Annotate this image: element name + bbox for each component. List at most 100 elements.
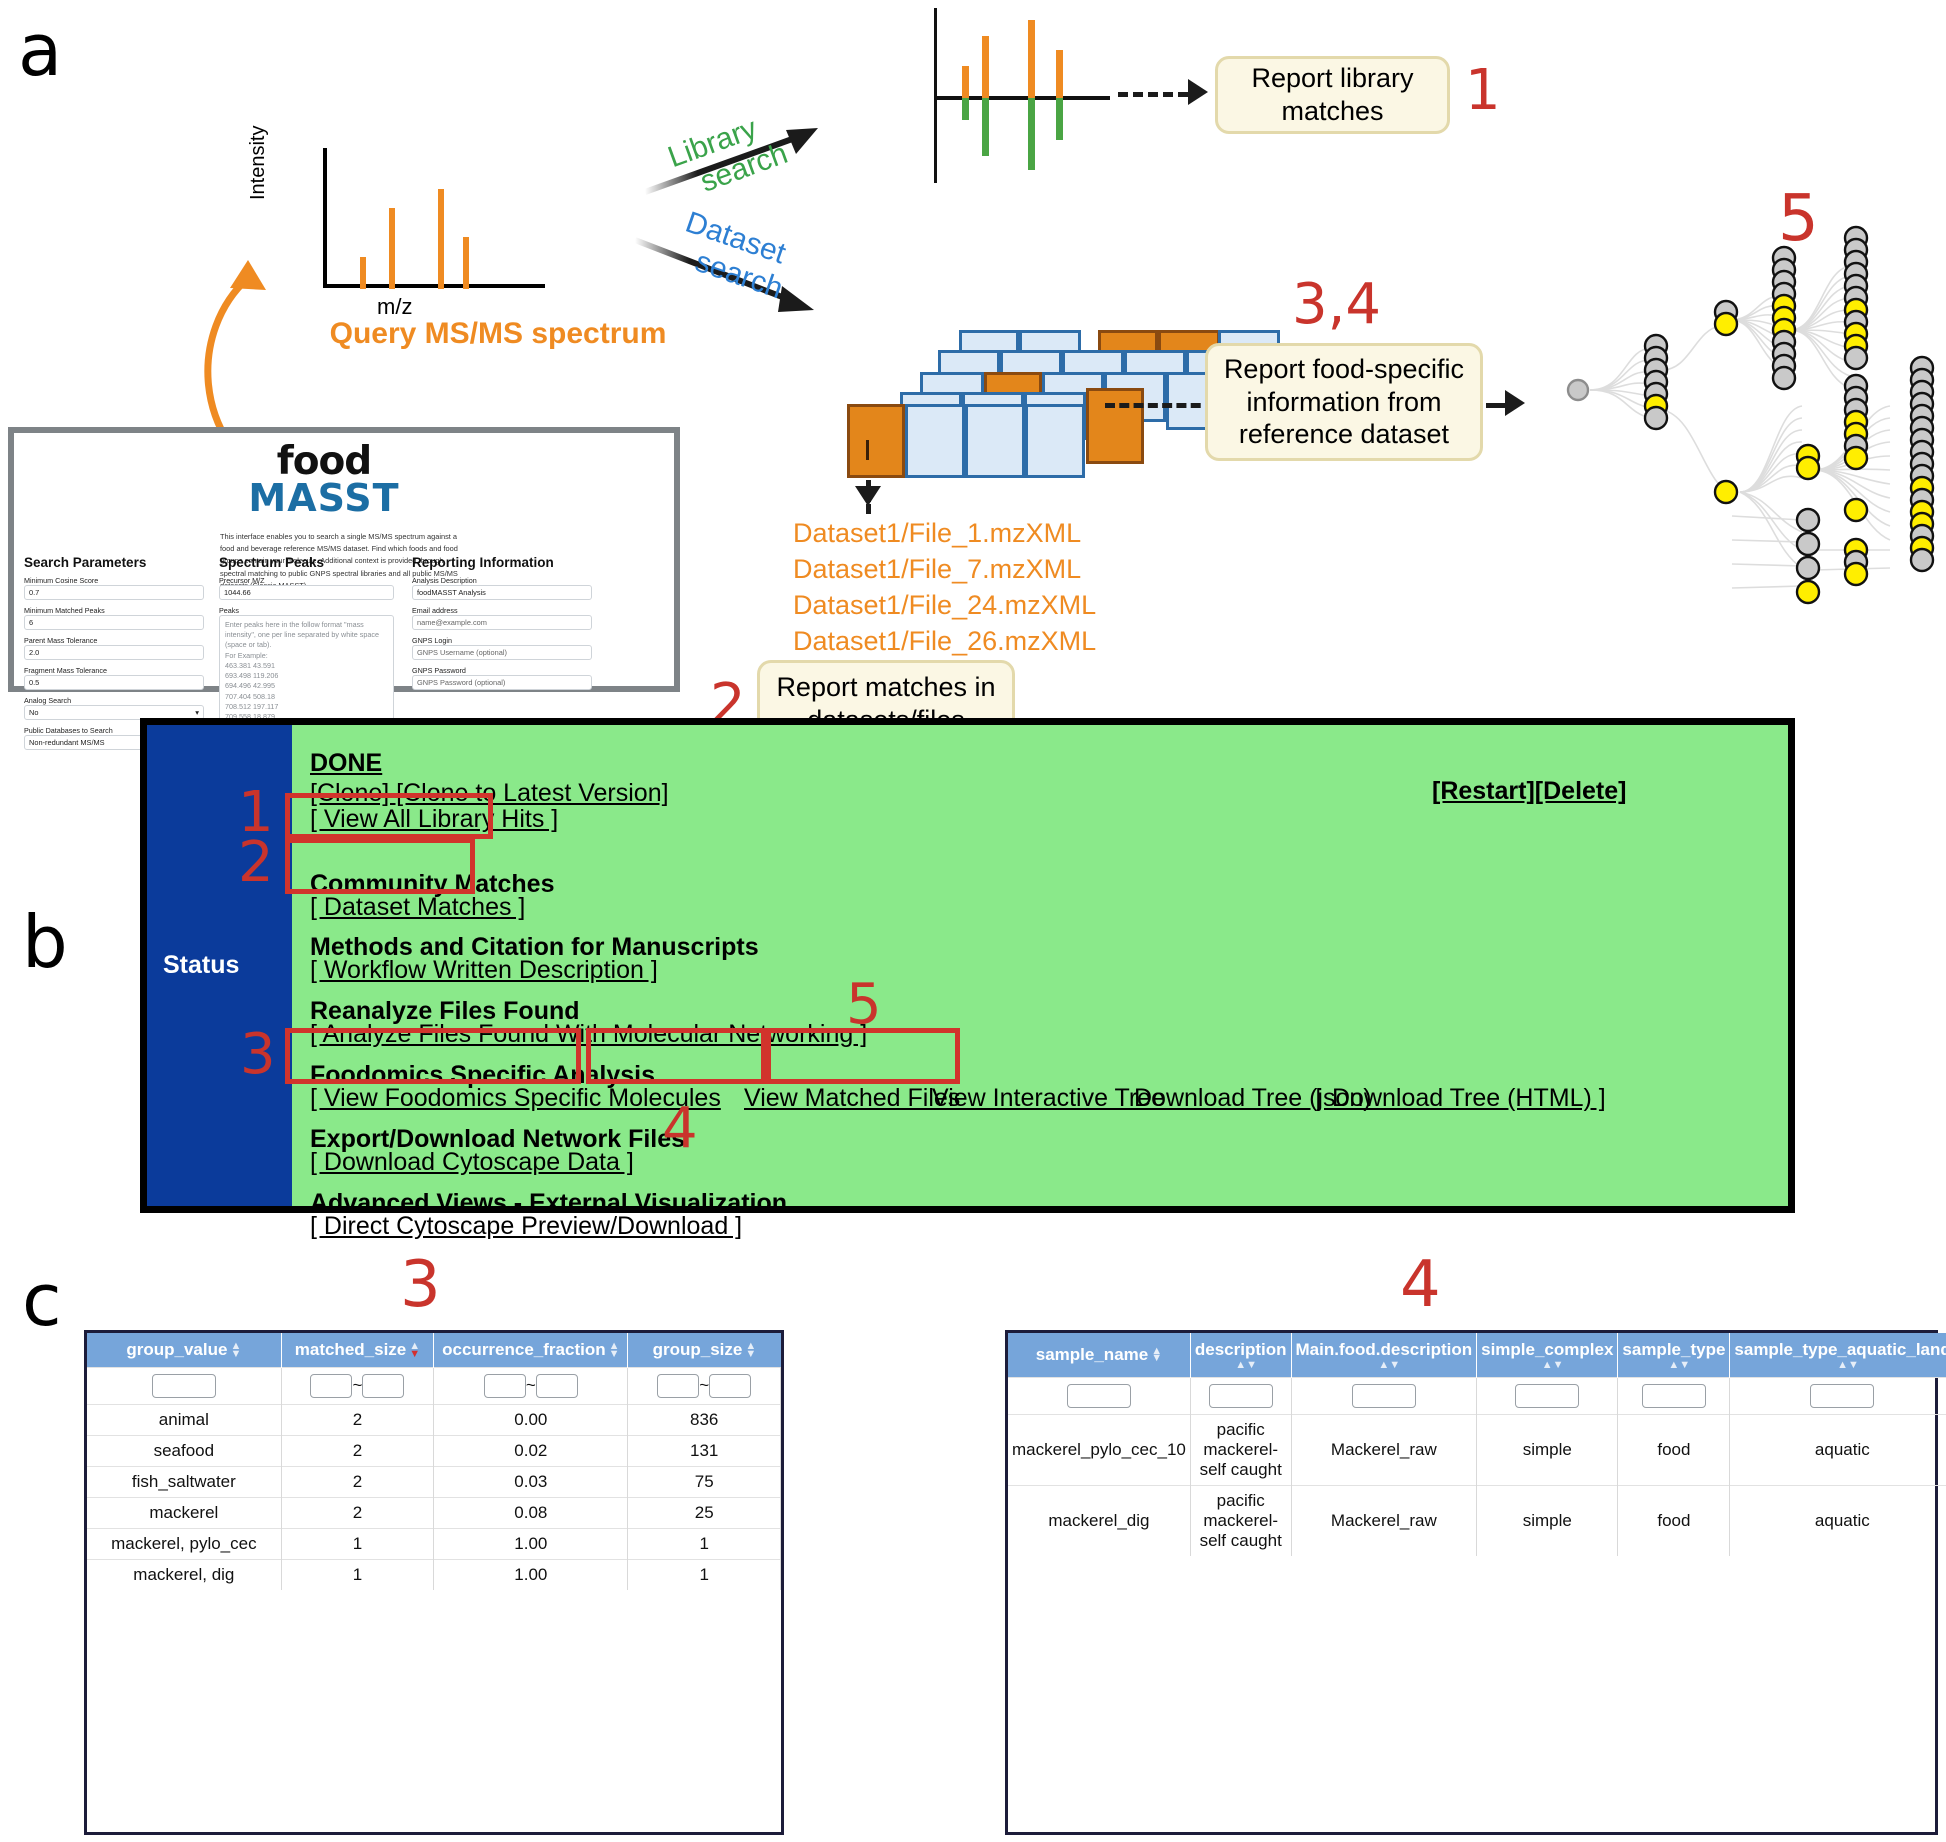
arrow-head-icon [1505, 390, 1525, 416]
sort-icon[interactable]: ▲▼ [1542, 1360, 1564, 1371]
spectrum-y-axis-label: Intensity [247, 125, 269, 200]
mirror-x-axis [934, 96, 1110, 100]
sort-icon[interactable]: ▲▼ [1151, 1345, 1162, 1364]
sort-icon[interactable]: ▲▼ [230, 1340, 241, 1359]
table-filter-row [1008, 1376, 1946, 1415]
peaks-label: Peaks [219, 606, 239, 615]
gnps-login-input[interactable]: GNPS Username (optional) [412, 645, 592, 660]
filter-cell [87, 1367, 282, 1405]
callout-number-4: 4 [662, 1096, 698, 1161]
table-row[interactable]: animal 2 0.00 836 [87, 1404, 781, 1436]
workflow-written-description-link[interactable]: [ Workflow Written Description ] [310, 956, 658, 985]
view-foodomics-molecules-link[interactable]: [ View Foodomics Specific Molecules [310, 1084, 721, 1113]
email-address-input[interactable]: name@example.com [412, 615, 592, 630]
view-interactive-tree-link[interactable]: View Interactive Tree [932, 1084, 1165, 1113]
spectrum-y-axis [323, 148, 327, 288]
analysis-description-input[interactable]: foodMASST Analysis [412, 585, 592, 600]
col-description[interactable]: description ▲▼ [1190, 1333, 1292, 1378]
sort-icon-active[interactable]: ▲ ▼ [409, 1340, 420, 1359]
card-marker [866, 440, 869, 460]
sort-icon[interactable]: ▲▼ [1235, 1360, 1257, 1371]
col-sample-type-aquatic-land[interactable]: sample_type_aquatic_land ▲▼ [1729, 1333, 1946, 1378]
gnps-password-input[interactable]: GNPS Password (optional) [412, 675, 592, 690]
download-cytoscape-data-link[interactable]: [ Download Cytoscape Data ] [310, 1148, 634, 1177]
filter-cell: ~ [627, 1367, 781, 1405]
col-group-size[interactable]: group_size ▲ ▼ [627, 1333, 781, 1368]
step-number-1: 1 [1465, 58, 1501, 123]
filter-input-max[interactable] [535, 1374, 578, 1398]
filter-cell [1729, 1376, 1946, 1415]
table-row[interactable]: seafood 2 0.02 131 [87, 1435, 781, 1467]
filter-input-max[interactable] [362, 1374, 405, 1398]
mirror-peak-up [982, 36, 989, 98]
mirror-peak-down [962, 98, 969, 120]
restart-delete-links[interactable]: [Restart][Delete] [1432, 777, 1626, 806]
col-main-food-description[interactable]: Main.food.description ▲▼ [1291, 1333, 1478, 1378]
tree-link-separator: | [1315, 1084, 1322, 1112]
col-matched-size[interactable]: matched_size ▲ ▼ [281, 1333, 435, 1368]
dashed-connector [1118, 92, 1188, 97]
direct-cytoscape-preview-link[interactable]: [ Direct Cytoscape Preview/Download ] [310, 1212, 742, 1241]
panel-label-c: c [22, 1258, 62, 1342]
filter-cell [1190, 1376, 1292, 1415]
col-simple-complex[interactable]: simple_complex ▲▼ [1476, 1333, 1619, 1378]
min-matched-peaks-input[interactable]: 6 [24, 615, 204, 630]
col-occurrence-fraction[interactable]: occurrence_fraction ▲ ▼ [433, 1333, 629, 1368]
col-group-value[interactable]: group_value ▲ ▼ [87, 1333, 282, 1368]
filter-input-min[interactable] [483, 1374, 526, 1398]
filter-input-min[interactable] [657, 1374, 700, 1398]
sort-icon[interactable]: ▲▼ [1837, 1360, 1859, 1371]
mirror-peak-down [982, 98, 989, 156]
sort-icon[interactable]: ▲▼ [609, 1340, 620, 1359]
mirror-peak-down [1028, 98, 1035, 170]
sort-icon[interactable]: ▲▼ [1668, 1360, 1690, 1371]
table-number-3: 3 [400, 1248, 441, 1322]
spectrum-peaks-heading: Spectrum Peaks [219, 555, 325, 570]
col-sample-type[interactable]: sample_type ▲▼ [1617, 1333, 1731, 1378]
search-parameters-heading: Search Parameters [24, 555, 147, 570]
gnps-login-label: GNPS Login [412, 636, 452, 645]
filter-input-description[interactable] [1208, 1383, 1273, 1408]
col-sample-name[interactable]: sample_name ▲ ▼ [1008, 1333, 1191, 1378]
table-row[interactable]: mackerel_dig pacific mackerel-self caught… [1008, 1484, 1946, 1556]
min-cosine-input[interactable]: 0.7 [24, 585, 204, 600]
min-cosine-label: Minimum Cosine Score [24, 576, 99, 585]
precursor-mz-input[interactable]: 1044.66 [219, 585, 394, 600]
table-row[interactable]: mackerel, pylo_cec 1 1.00 1 [87, 1528, 781, 1560]
spectrum-peak [438, 189, 444, 289]
filter-input-sample-name[interactable] [1066, 1383, 1131, 1408]
sort-icon[interactable]: ▲▼ [745, 1340, 756, 1359]
filter-input-max[interactable] [709, 1374, 752, 1398]
download-tree-html-link[interactable]: Download Tree (HTML) ] [1332, 1084, 1606, 1113]
matched-files-table: sample_name ▲ ▼ description ▲▼ Main.food.de… [1005, 1330, 1946, 1835]
filter-input-simple-complex[interactable] [1515, 1383, 1580, 1408]
table-right: sample_name ▲ ▼ description ▲▼ Main.food.de… [1008, 1333, 1946, 1556]
public-databases-value: Non-redundant MS/MS [29, 738, 105, 747]
filter-input-sample-type[interactable] [1641, 1383, 1706, 1408]
callout-report-food-specific: Report food-specific information from re… [1205, 343, 1483, 461]
dataset-file-cards [847, 300, 1280, 500]
callout-number-3: 3 [240, 1022, 276, 1087]
filter-input-aquatic-land[interactable] [1810, 1383, 1875, 1408]
filter-input-group-value[interactable] [151, 1374, 216, 1398]
done-link[interactable]: DONE [310, 749, 382, 778]
min-matched-peaks-label: Minimum Matched Peaks [24, 606, 105, 615]
table-row[interactable]: mackerel 2 0.08 25 [87, 1497, 781, 1529]
peaks-textarea[interactable]: Enter peaks here in the follow format "m… [219, 615, 394, 733]
foodomics-molecules-table: group_value ▲ ▼ matched_size ▲ ▼ occurrence_… [84, 1330, 784, 1835]
dataset-card [1086, 388, 1144, 464]
dataset-matches-link[interactable]: [ Dataset Matches ] [310, 893, 525, 922]
chevron-down-icon: ▾ [195, 708, 199, 717]
table-row[interactable]: mackerel, dig 1 1.00 1 [87, 1559, 781, 1590]
sort-icon[interactable]: ▲▼ [1378, 1360, 1400, 1371]
view-matched-files-link[interactable]: View Matched Files [744, 1084, 960, 1113]
filter-input-main-food[interactable] [1351, 1383, 1416, 1408]
parent-mass-tolerance-input[interactable]: 2.0 [24, 645, 204, 660]
highlight-box-library-hits [285, 793, 493, 839]
filter-input-min[interactable] [310, 1374, 353, 1398]
spectrum-peak [389, 208, 395, 289]
table-left: group_value ▲ ▼ matched_size ▲ ▼ occurrence_… [87, 1333, 781, 1590]
table-row[interactable]: fish_saltwater 2 0.03 75 [87, 1466, 781, 1498]
fragment-mass-tolerance-input[interactable]: 0.5 [24, 675, 204, 690]
table-row[interactable]: mackerel_pylo_cec_10 pacific mackerel-sel… [1008, 1413, 1946, 1486]
